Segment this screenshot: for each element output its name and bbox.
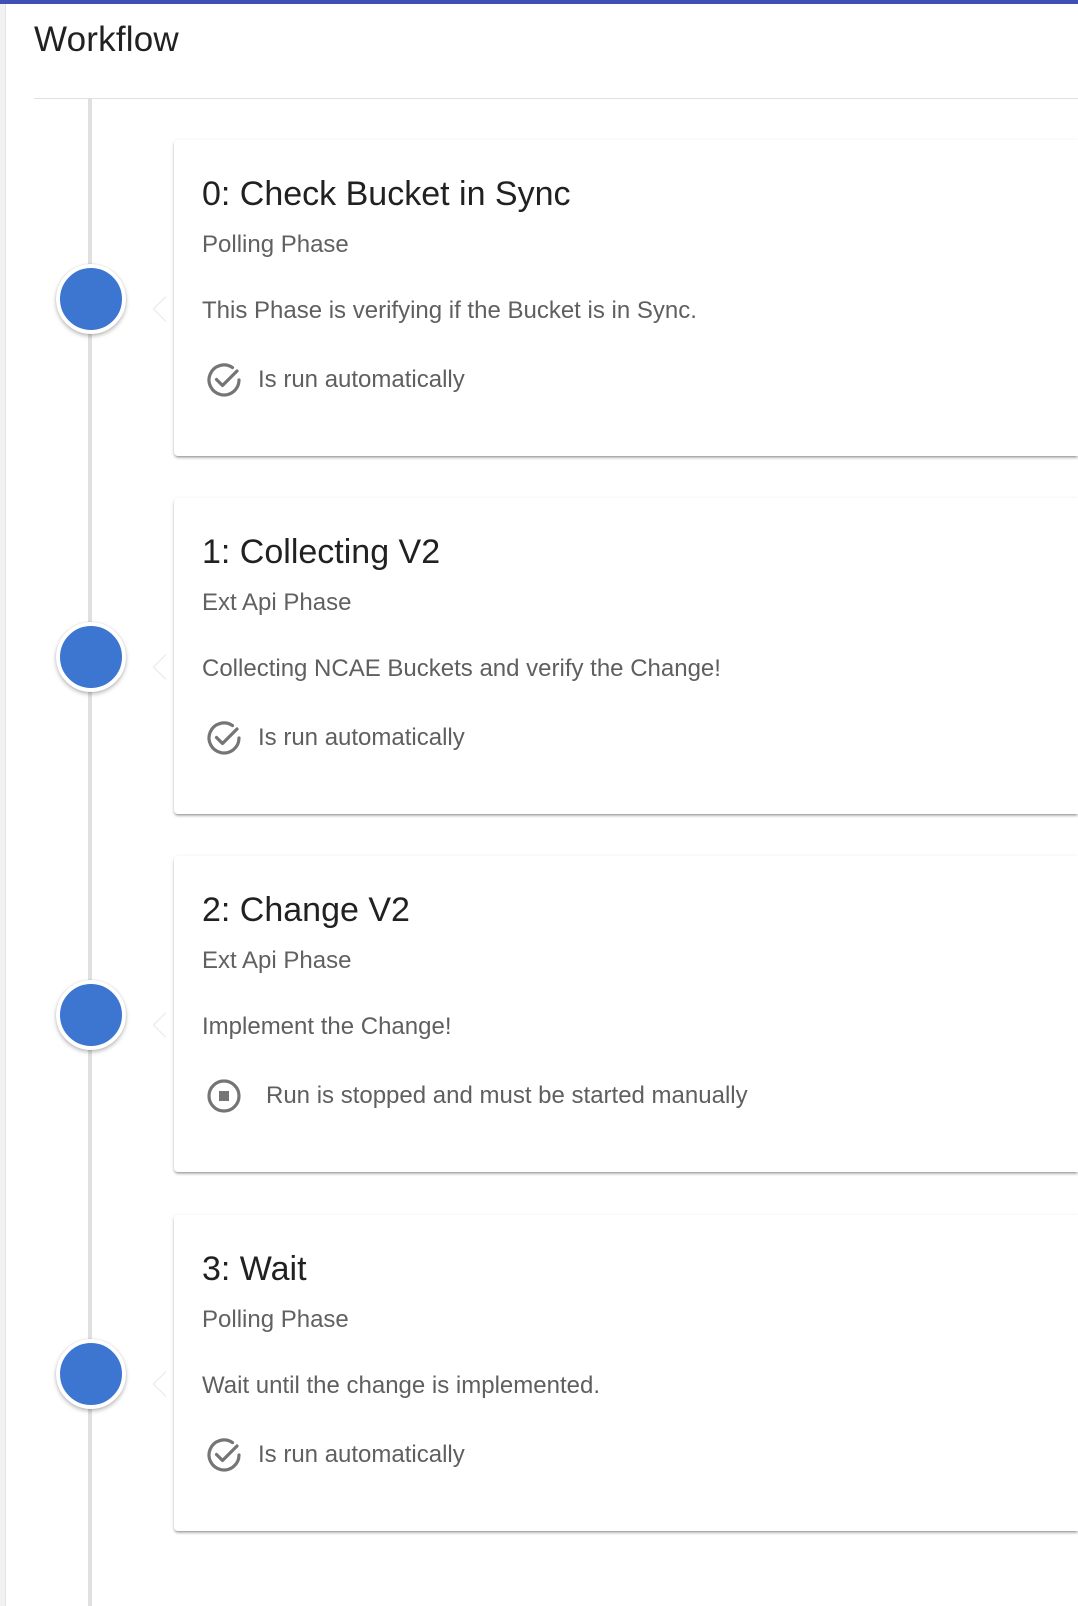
stop-circle-icon xyxy=(207,1079,241,1113)
phase-status: Is run automatically xyxy=(204,1435,465,1475)
top-accent-bar xyxy=(0,0,1078,4)
phase-description: Implement the Change! xyxy=(202,1013,452,1040)
phase-card[interactable]: 2: Change V2 Ext Api Phase Implement the… xyxy=(174,856,1078,1172)
check-circle-icon xyxy=(207,363,241,397)
phase-status-text: Is run automatically xyxy=(258,366,465,393)
phase-status: Run is stopped and must be started manua… xyxy=(204,1076,748,1116)
phase-description: Collecting NCAE Buckets and verify the C… xyxy=(202,655,721,682)
phase-status-text: Run is stopped and must be started manua… xyxy=(266,1082,748,1109)
phase-item: 0: Check Bucket in Sync Polling Phase Th… xyxy=(0,140,1078,460)
phase-card[interactable]: 0: Check Bucket in Sync Polling Phase Th… xyxy=(174,140,1078,456)
phase-title: 1: Collecting V2 xyxy=(202,533,441,571)
phase-type: Ext Api Phase xyxy=(202,589,352,616)
check-circle-icon xyxy=(207,721,241,755)
phase-status: Is run automatically xyxy=(204,718,465,758)
header-divider xyxy=(34,98,1078,99)
timeline-dot xyxy=(56,264,126,334)
phase-item: 3: Wait Polling Phase Wait until the cha… xyxy=(0,1215,1078,1535)
phase-type: Polling Phase xyxy=(202,1306,349,1333)
workflow-page: Workflow 0: Check Bucket in Sync Polling… xyxy=(0,0,1078,1606)
phase-card[interactable]: 1: Collecting V2 Ext Api Phase Collectin… xyxy=(174,498,1078,814)
phase-type: Ext Api Phase xyxy=(202,947,352,974)
phase-status-text: Is run automatically xyxy=(258,1441,465,1468)
timeline-dot xyxy=(56,980,126,1050)
check-circle-icon xyxy=(207,1438,241,1472)
phase-description: Wait until the change is implemented. xyxy=(202,1372,600,1399)
timeline-dot xyxy=(56,622,126,692)
page-title: Workflow xyxy=(34,20,179,59)
timeline-dot xyxy=(56,1339,126,1409)
phase-card[interactable]: 3: Wait Polling Phase Wait until the cha… xyxy=(174,1215,1078,1531)
phase-title: 3: Wait xyxy=(202,1250,307,1288)
phase-description: This Phase is verifying if the Bucket is… xyxy=(202,297,697,324)
phase-type: Polling Phase xyxy=(202,231,349,258)
phase-item: 2: Change V2 Ext Api Phase Implement the… xyxy=(0,856,1078,1176)
phase-status-text: Is run automatically xyxy=(258,724,465,751)
phase-item: 1: Collecting V2 Ext Api Phase Collectin… xyxy=(0,498,1078,818)
phase-status: Is run automatically xyxy=(204,360,465,400)
phase-title: 2: Change V2 xyxy=(202,891,410,929)
phase-title: 0: Check Bucket in Sync xyxy=(202,175,571,213)
